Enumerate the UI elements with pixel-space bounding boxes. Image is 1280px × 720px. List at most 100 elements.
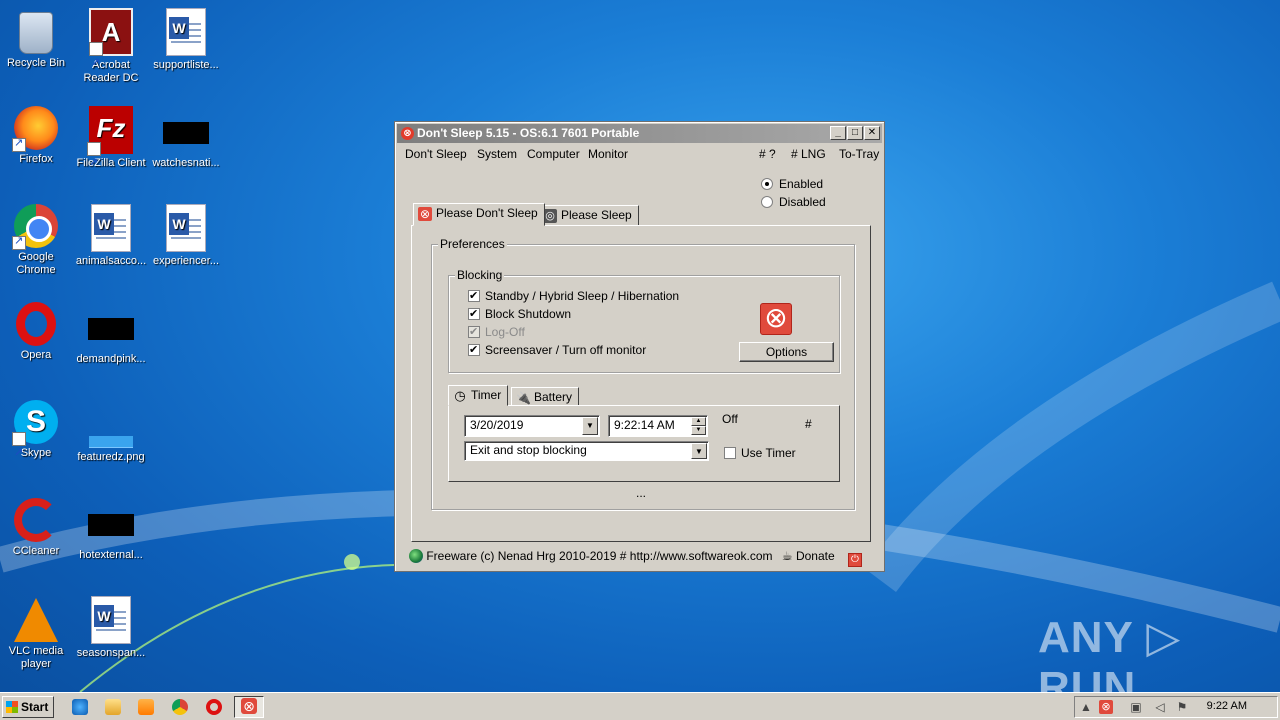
menu-to-tray[interactable]: To-Tray <box>839 147 879 161</box>
dont-sleep-status-icon <box>760 301 792 335</box>
desktop-icon-chrome[interactable]: Google Chrome <box>0 204 74 277</box>
menu-help[interactable]: # ? <box>759 147 776 161</box>
desktop-icon-acrobat[interactable]: A Acrobat Reader DC <box>73 8 149 85</box>
minimize-button[interactable]: _ <box>830 126 846 140</box>
chrome-icon[interactable] <box>172 699 188 715</box>
disabled-radio[interactable]: Disabled <box>761 195 826 213</box>
chrome-icon <box>12 204 58 250</box>
tab-label: Timer <box>471 388 502 402</box>
use-timer-checkbox[interactable]: Use Timer <box>724 446 796 460</box>
tab-please-dont-sleep[interactable]: ⊗ Please Don't Sleep <box>413 203 545 226</box>
system-tray: ▲ ⊗ ▣ ◁ ⚑ 9:22 AM <box>1074 696 1278 718</box>
date-value: 3/20/2019 <box>470 418 524 432</box>
filezilla-icon: Fz <box>87 106 133 185</box>
redacted-file-icon <box>163 122 209 144</box>
desktop-icon-label: experiencer... <box>152 255 220 267</box>
time-picker[interactable]: 9:22:14 AM ▲ ▼ <box>608 415 708 437</box>
desktop-icon-label: CCleaner <box>12 545 60 557</box>
desktop-icon-word-doc[interactable]: W experiencer... <box>148 204 224 268</box>
desktop-icon-word-doc[interactable]: W supportliste... <box>148 8 224 72</box>
desktop-icon-file[interactable]: watchesnati... <box>148 106 224 170</box>
menu-monitor[interactable]: Monitor <box>588 147 628 161</box>
desktop-icon-filezilla[interactable]: Fz FileZilla Client <box>73 106 149 185</box>
desktop-icon-label: Acrobat Reader DC <box>83 59 139 84</box>
timer-status: Off <box>722 412 738 426</box>
firefox-icon <box>12 106 58 152</box>
desktop-icon-label: animalsacco... <box>75 255 147 267</box>
standby-checkbox[interactable]: Standby / Hybrid Sleep / Hibernation <box>468 289 679 303</box>
acrobat-icon: A <box>89 8 133 85</box>
desktop-icon-label: Recycle Bin <box>6 57 66 69</box>
title-bar[interactable]: ⊗ Don't Sleep 5.15 - OS:6.1 7601 Portabl… <box>397 124 882 143</box>
screensaver-checkbox[interactable]: Screensaver / Turn off monitor <box>468 343 646 357</box>
network-icon[interactable]: ▣ <box>1129 700 1143 714</box>
menu-computer[interactable]: Computer <box>527 147 580 161</box>
explorer-folder-icon[interactable] <box>105 699 121 715</box>
desktop-icon-png[interactable]: featuredz.png <box>73 400 149 464</box>
timer-action-select[interactable]: Exit and stop blocking ▼ <box>464 441 709 461</box>
tab-label: Please Don't Sleep <box>436 206 538 220</box>
logoff-checkbox[interactable]: Log-Off <box>468 325 525 339</box>
desktop-icon-ccleaner[interactable]: CCleaner <box>0 498 74 558</box>
volume-icon[interactable]: ◁ <box>1153 700 1167 714</box>
desktop-icon-word-doc[interactable]: W animalsacco... <box>73 204 149 268</box>
chevron-down-icon[interactable]: ▼ <box>691 443 707 459</box>
action-center-flag-icon[interactable]: ⚑ <box>1175 700 1189 714</box>
tab-label: Please Sleep <box>561 208 632 222</box>
power-icon[interactable]: ⏻ <box>848 553 862 567</box>
word-document-icon: W <box>166 204 206 252</box>
timer-hash-label: # <box>805 417 812 431</box>
menu-language[interactable]: # LNG <box>791 147 826 161</box>
clock[interactable]: 9:22 AM <box>1207 700 1247 712</box>
desktop-icon-file[interactable]: hotexternal... <box>73 498 149 562</box>
dont-sleep-taskbar-button[interactable] <box>234 696 264 718</box>
use-timer-label: Use Timer <box>741 446 796 460</box>
opera-icon[interactable] <box>206 699 222 715</box>
word-document-icon: W <box>91 204 131 252</box>
tab-please-sleep[interactable]: ◎ Please Sleep <box>538 205 639 226</box>
desktop-icon-recycle-bin[interactable]: Recycle Bin <box>0 8 74 70</box>
desktop-icon-label: VLC media player <box>8 645 64 670</box>
desktop-icon-label: Google Chrome <box>16 251 56 276</box>
date-picker[interactable]: 3/20/2019 ▼ <box>464 415 600 437</box>
block-shutdown-checkbox[interactable]: Block Shutdown <box>468 307 571 321</box>
desktop-icon-label: FileZilla Client <box>76 157 146 169</box>
tab-battery[interactable]: 🔌 Battery <box>511 387 580 406</box>
ie-icon[interactable] <box>72 699 88 715</box>
skype-icon: S <box>12 400 58 475</box>
close-button[interactable]: ✕ <box>864 126 880 140</box>
donate-link[interactable]: Donate <box>796 549 835 563</box>
time-spinner[interactable]: ▲ ▼ <box>691 417 706 435</box>
maximize-button[interactable]: □ <box>847 126 863 140</box>
app-icon: ⊗ <box>401 127 414 140</box>
dont-sleep-tray-icon[interactable]: ⊗ <box>1099 700 1113 714</box>
enabled-radio[interactable]: Enabled <box>761 177 826 195</box>
footer-link[interactable]: Freeware (c) Nenad Hrg 2010-2019 # http:… <box>426 549 772 563</box>
disabled-label: Disabled <box>779 195 826 209</box>
chevron-down-icon[interactable]: ▼ <box>582 417 598 435</box>
menu-system[interactable]: System <box>477 147 517 161</box>
standby-label: Standby / Hybrid Sleep / Hibernation <box>485 289 680 303</box>
block-shutdown-label: Block Shutdown <box>485 307 572 321</box>
timer-action-value: Exit and stop blocking <box>470 443 587 457</box>
desktop-icon-opera[interactable]: Opera <box>0 302 74 362</box>
preferences-label: Preferences <box>438 237 507 251</box>
show-hidden-icons-icon[interactable]: ▲ <box>1079 700 1093 714</box>
tab-label: Battery <box>534 390 573 404</box>
desktop-icon-label: featuredz.png <box>77 451 145 463</box>
globe-icon <box>409 549 423 563</box>
menu-dont-sleep[interactable]: Don't Sleep <box>405 147 467 161</box>
media-player-icon[interactable] <box>138 699 154 715</box>
desktop-icon-firefox[interactable]: Firefox <box>0 106 74 166</box>
mode-radio-group: Enabled Disabled <box>761 177 826 213</box>
options-button[interactable]: Options <box>739 342 834 362</box>
opera-icon <box>16 302 56 346</box>
tab-panel: Preferences Blocking Standby / Hybrid Sl… <box>411 225 871 542</box>
tab-timer[interactable]: ◷ Timer <box>448 385 509 406</box>
more-ellipsis[interactable]: ... <box>636 486 646 500</box>
desktop-icon-word-doc[interactable]: W seasonspan... <box>73 596 149 660</box>
start-button[interactable]: Start <box>2 696 54 718</box>
desktop-icon-vlc[interactable]: VLC media player <box>0 596 74 671</box>
desktop-icon-skype[interactable]: S Skype <box>0 400 74 475</box>
desktop-icon-file[interactable]: demandpink... <box>73 302 149 366</box>
